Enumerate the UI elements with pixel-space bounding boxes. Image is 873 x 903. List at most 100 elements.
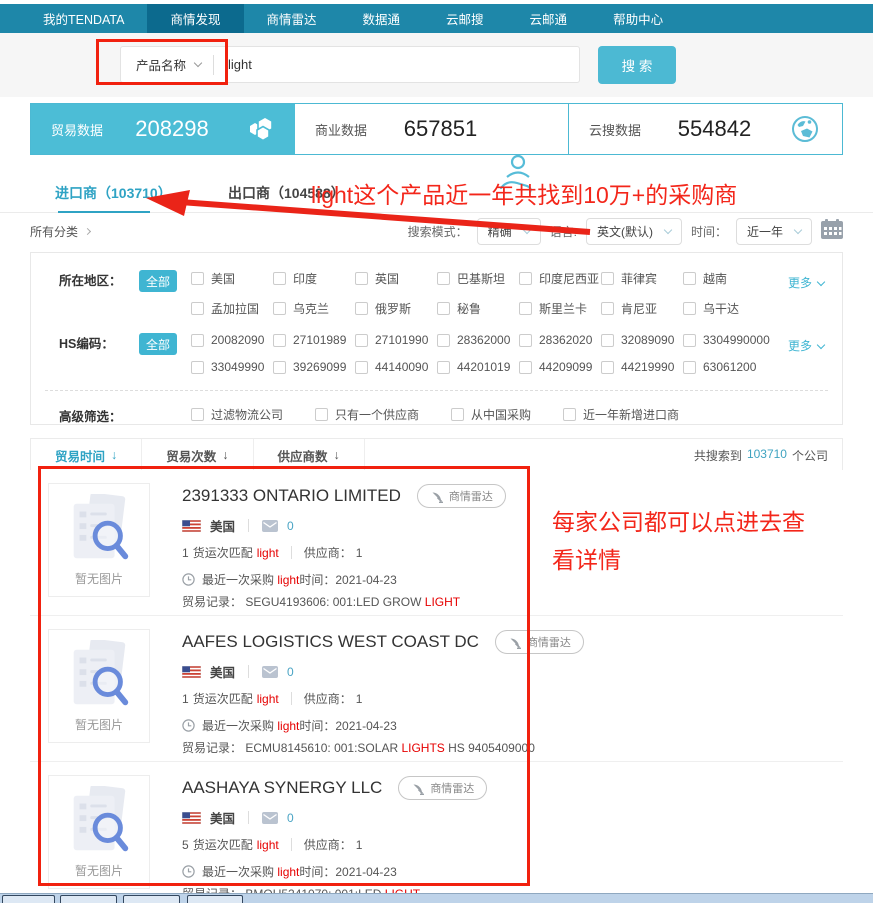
hs-option[interactable]: 28362020 — [519, 333, 601, 347]
sort-trade-time[interactable]: 贸易时间 ↓ — [31, 439, 142, 471]
nav-item-business-radar[interactable]: 商情雷达 — [244, 4, 340, 33]
region-option[interactable]: 美国 — [191, 270, 273, 287]
bottom-tab[interactable] — [123, 895, 180, 903]
bottom-tab[interactable] — [60, 895, 117, 903]
checkbox[interactable] — [191, 408, 204, 421]
hs-option[interactable]: 44219990 — [601, 360, 683, 374]
stat-cloud-search-data[interactable]: 云搜数据 554842 — [568, 104, 842, 154]
radar-button[interactable]: 商情雷达 — [398, 776, 487, 800]
search-mode-select[interactable]: 精确 — [477, 218, 541, 245]
search-button[interactable]: 搜 索 — [598, 46, 676, 84]
checkbox[interactable] — [273, 272, 286, 285]
advanced-option[interactable]: 过滤物流公司 — [191, 406, 283, 423]
company-card[interactable]: 暂无图片 AAFES LOGISTICS WEST COAST DC 商情雷达 — [30, 616, 843, 762]
hs-option[interactable]: 44209099 — [519, 360, 601, 374]
nav-item-my-tendata[interactable]: 我的TENDATA — [20, 4, 147, 33]
all-categories-link[interactable]: 所有分类 — [30, 223, 90, 240]
nav-item-data-link[interactable]: 数据通 — [340, 4, 424, 33]
checkbox[interactable] — [273, 334, 286, 347]
checkbox[interactable] — [191, 272, 204, 285]
company-name[interactable]: AASHAYA SYNERGY LLC — [182, 778, 382, 798]
hs-option[interactable]: 28362000 — [437, 333, 519, 347]
checkbox[interactable] — [683, 302, 696, 315]
calendar-icon[interactable] — [821, 219, 843, 244]
checkbox[interactable] — [315, 408, 328, 421]
mail-icon[interactable] — [262, 520, 278, 532]
checkbox[interactable] — [191, 302, 204, 315]
hs-option[interactable]: 63061200 — [683, 360, 765, 374]
sort-trade-count[interactable]: 贸易次数 ↓ — [142, 439, 253, 471]
hs-option[interactable]: 27101989 — [273, 333, 355, 347]
hs-more-link[interactable]: 更多 — [788, 337, 824, 354]
language-select[interactable]: 英文(默认) — [586, 218, 682, 245]
nav-item-business-discovery[interactable]: 商情发现 — [147, 4, 243, 33]
advanced-option[interactable]: 从中国采购 — [451, 406, 531, 423]
region-option[interactable]: 英国 — [355, 270, 437, 287]
checkbox[interactable] — [563, 408, 576, 421]
checkbox[interactable] — [273, 302, 286, 315]
hs-option[interactable]: 20082090 — [191, 333, 273, 347]
checkbox[interactable] — [437, 302, 450, 315]
company-card[interactable]: 暂无图片 AASHAYA SYNERGY LLC 商情雷达 — [30, 762, 843, 903]
region-option[interactable]: 孟加拉国 — [191, 300, 273, 317]
checkbox[interactable] — [191, 361, 204, 374]
checkbox[interactable] — [519, 334, 532, 347]
hs-option[interactable]: 33049990 — [191, 360, 273, 374]
hs-all-button[interactable]: 全部 — [139, 333, 177, 355]
stat-business-data[interactable]: 商业数据 657851 — [295, 104, 568, 154]
checkbox[interactable] — [683, 272, 696, 285]
nav-item-cloud-mail[interactable]: 云邮通 — [507, 4, 591, 33]
checkbox[interactable] — [355, 272, 368, 285]
hs-option[interactable]: 32089090 — [601, 333, 683, 347]
checkbox[interactable] — [519, 272, 532, 285]
checkbox[interactable] — [355, 361, 368, 374]
search-input[interactable] — [228, 57, 528, 72]
checkbox[interactable] — [519, 361, 532, 374]
search-category-select[interactable]: 产品名称 — [121, 55, 213, 74]
company-name[interactable]: 2391333 ONTARIO LIMITED — [182, 486, 401, 506]
checkbox[interactable] — [683, 361, 696, 374]
region-option[interactable]: 菲律宾 — [601, 270, 683, 287]
advanced-option[interactable]: 只有一个供应商 — [315, 406, 419, 423]
checkbox[interactable] — [683, 334, 696, 347]
hs-option[interactable]: 44201019 — [437, 360, 519, 374]
mail-icon[interactable] — [262, 666, 278, 678]
company-card[interactable]: 暂无图片 2391333 ONTARIO LIMITED 商情雷达 — [30, 470, 843, 616]
nav-item-help-center[interactable]: 帮助中心 — [590, 4, 686, 33]
time-select[interactable]: 近一年 — [736, 218, 812, 245]
checkbox[interactable] — [437, 334, 450, 347]
bottom-tab[interactable] — [2, 895, 55, 903]
hs-option[interactable]: 3304990000 — [683, 333, 765, 347]
mail-icon[interactable] — [262, 812, 278, 824]
checkbox[interactable] — [355, 302, 368, 315]
region-all-button[interactable]: 全部 — [139, 270, 177, 292]
region-option[interactable]: 巴基斯坦 — [437, 270, 519, 287]
region-option[interactable]: 肯尼亚 — [601, 300, 683, 317]
checkbox[interactable] — [519, 302, 532, 315]
radar-button[interactable]: 商情雷达 — [417, 484, 506, 508]
region-more-link[interactable]: 更多 — [788, 274, 824, 291]
checkbox[interactable] — [451, 408, 464, 421]
tab-exporters[interactable]: 出口商（104588） — [228, 183, 345, 203]
checkbox[interactable] — [437, 272, 450, 285]
checkbox[interactable] — [601, 334, 614, 347]
region-option[interactable]: 乌克兰 — [273, 300, 355, 317]
region-option[interactable]: 俄罗斯 — [355, 300, 437, 317]
region-option[interactable]: 秘鲁 — [437, 300, 519, 317]
advanced-option[interactable]: 近一年新增进口商 — [563, 406, 679, 423]
company-name[interactable]: AAFES LOGISTICS WEST COAST DC — [182, 632, 479, 652]
region-option[interactable]: 印度尼西亚 — [519, 270, 601, 287]
sort-supplier-count[interactable]: 供应商数 ↓ — [254, 439, 365, 471]
region-option[interactable]: 越南 — [683, 270, 765, 287]
checkbox[interactable] — [601, 361, 614, 374]
tab-importers[interactable]: 进口商（103710） — [55, 183, 172, 203]
checkbox[interactable] — [437, 361, 450, 374]
radar-button[interactable]: 商情雷达 — [495, 630, 584, 654]
bottom-tab[interactable] — [187, 895, 243, 903]
checkbox[interactable] — [601, 272, 614, 285]
region-option[interactable]: 印度 — [273, 270, 355, 287]
nav-item-cloud-mail-search[interactable]: 云邮搜 — [423, 4, 507, 33]
region-option[interactable]: 斯里兰卡 — [519, 300, 601, 317]
checkbox[interactable] — [355, 334, 368, 347]
stat-trade-data[interactable]: 贸易数据 208298 — [31, 104, 295, 154]
